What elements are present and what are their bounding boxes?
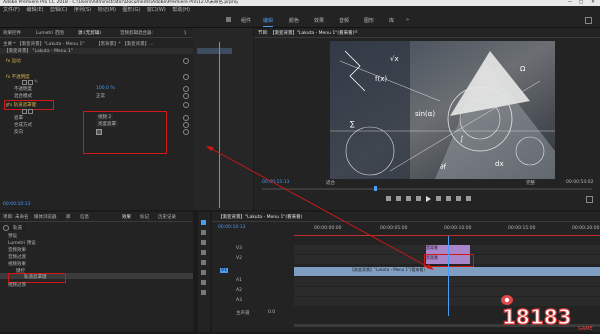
watermark-logo: 18183 GAME: [494, 290, 600, 332]
watermark-subtext: GAME: [578, 326, 593, 332]
annotation-arrow: [206, 146, 434, 270]
watermark-text: 18183: [502, 305, 572, 329]
